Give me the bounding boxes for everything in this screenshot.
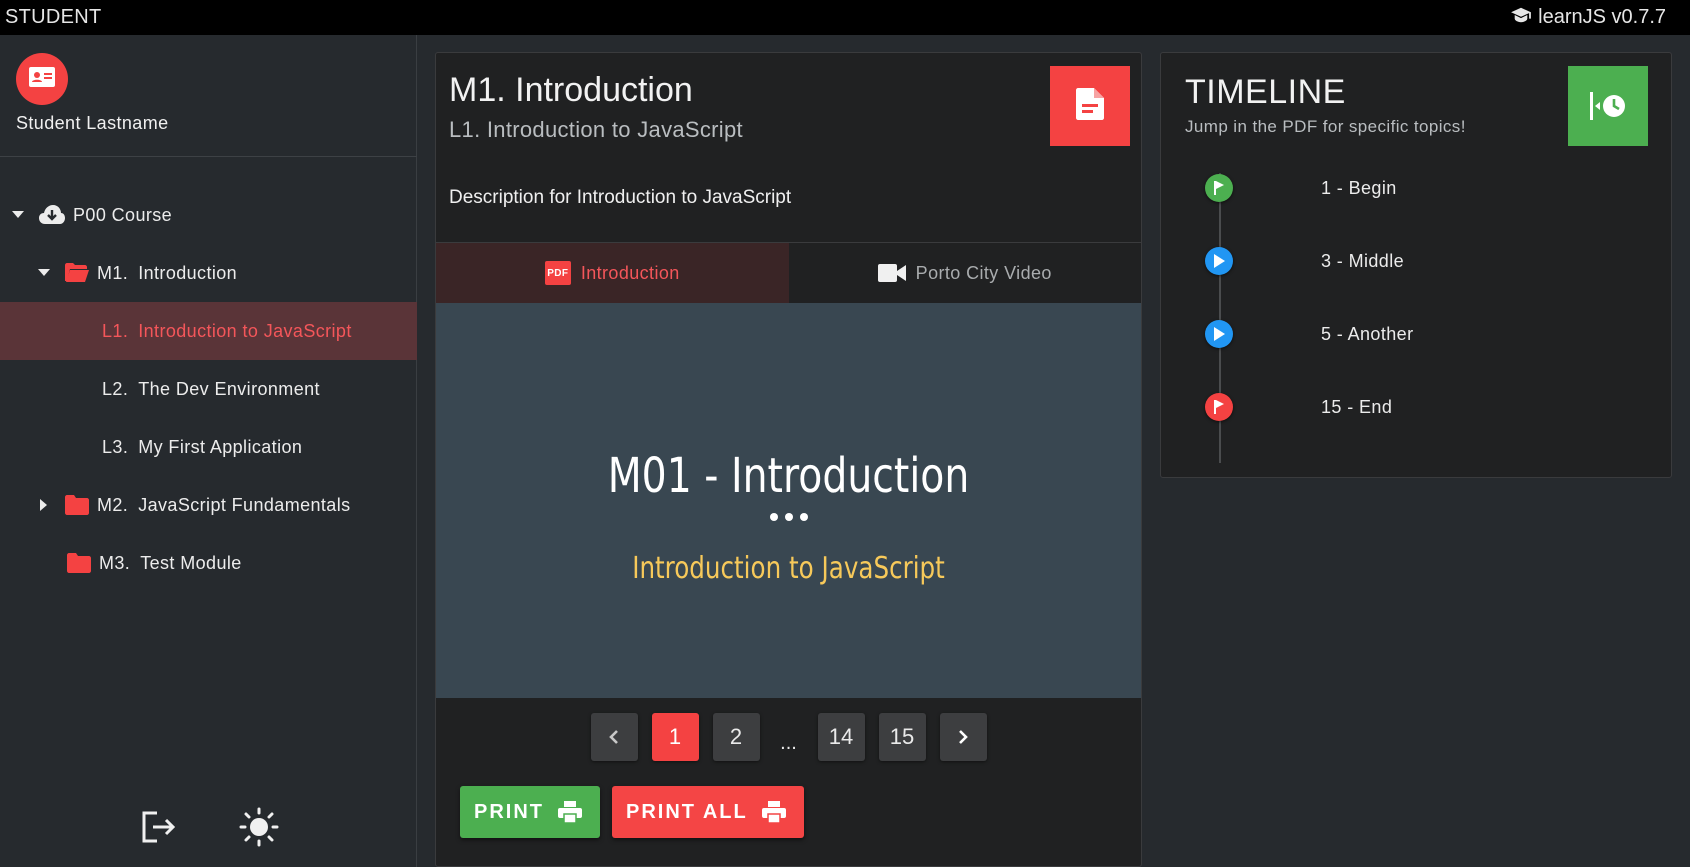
lesson-title: L1. Introduction to JavaScript — [449, 117, 743, 142]
print-label: PRINT — [474, 800, 544, 823]
divider — [0, 156, 417, 157]
module-number: M3. — [99, 552, 131, 573]
tree-item-course[interactable]: P00 Course — [0, 186, 417, 244]
timeline-item[interactable]: 1 - Begin — [1205, 173, 1396, 203]
tree-item-lesson-1[interactable]: L1. Introduction to JavaScript — [0, 302, 417, 360]
tree-item-label: The Dev Environment — [138, 378, 320, 399]
flag-icon — [1205, 174, 1233, 202]
tree-item-label: Introduction — [138, 262, 238, 283]
printer-icon — [761, 801, 786, 823]
slide-dots — [436, 513, 1141, 521]
chevron-left-icon — [609, 729, 619, 745]
timeline-card: TIMELINE Jump in the PDF for specific to… — [1160, 52, 1672, 478]
id-card-icon — [29, 66, 55, 92]
tab-label: Porto City Video — [915, 262, 1052, 283]
tree-item-module-2[interactable]: M2. JavaScript Fundamentals — [0, 476, 417, 534]
flag-icon — [1205, 393, 1233, 421]
tree-item-module-3[interactable]: M3. Test Module — [0, 534, 417, 592]
chevron-right-icon — [958, 729, 968, 745]
pdf-pagination: 1 2 ... 14 15 — [436, 712, 1141, 762]
page-button[interactable]: 14 — [817, 713, 865, 761]
lesson-number: L2. — [102, 378, 129, 399]
tree-item-label: Introduction to JavaScript — [138, 320, 352, 341]
content-tabs: PDF Introduction Porto City Video — [436, 243, 1141, 303]
module-title: M1. Introduction — [449, 71, 693, 109]
timeline-item-label: 1 - Begin — [1321, 177, 1397, 198]
tab-introduction[interactable]: PDF Introduction — [436, 243, 789, 303]
history-icon — [1590, 90, 1626, 122]
prev-page-button[interactable] — [590, 713, 638, 761]
tree-item-label: Test Module — [140, 552, 242, 573]
lesson-card: M1. Introduction L1. Introduction to Jav… — [435, 52, 1142, 867]
pdf-viewer[interactable]: M01 - Introduction Introduction to JavaS… — [436, 303, 1141, 698]
slide-subtitle: Introduction to JavaScript — [632, 551, 945, 586]
brand[interactable]: learnJS v0.7.7 — [1510, 6, 1666, 30]
lesson-number: L1. — [102, 320, 129, 341]
timeline-item[interactable]: 15 - End — [1205, 392, 1392, 422]
page-button[interactable]: 15 — [878, 713, 926, 761]
timeline-item[interactable]: 3 - Middle — [1205, 246, 1404, 276]
timeline-item[interactable]: 5 - Another — [1205, 319, 1413, 349]
tab-label: Introduction — [580, 262, 680, 283]
page-ellipsis: ... — [780, 731, 797, 754]
pdf-icon: PDF — [544, 261, 571, 285]
play-icon — [1205, 320, 1233, 348]
print-all-label: PRINT ALL — [626, 800, 748, 823]
caret-down-icon[interactable] — [37, 269, 51, 277]
print-button[interactable]: PRINT — [460, 786, 600, 838]
graduation-cap-icon — [1510, 6, 1532, 30]
print-actions: PRINT PRINT ALL — [460, 786, 804, 838]
tree-item-module-1[interactable]: M1. Introduction — [0, 244, 417, 302]
lesson-description: Description for Introduction to JavaScri… — [449, 187, 792, 208]
print-all-button[interactable]: PRINT ALL — [612, 786, 804, 838]
cloud-download-icon — [39, 205, 65, 225]
app-name: learnJS v0.7.7 — [1538, 6, 1666, 28]
sun-icon[interactable] — [239, 807, 279, 847]
timeline-title: TIMELINE — [1185, 73, 1346, 111]
sidebar-actions — [0, 807, 417, 847]
folder-open-icon — [65, 263, 89, 283]
document-icon — [1076, 87, 1104, 125]
timeline-subtitle: Jump in the PDF for specific topics! — [1185, 117, 1466, 136]
video-camera-icon — [877, 264, 906, 282]
next-page-button[interactable] — [939, 713, 987, 761]
student-name: Student Lastname — [16, 113, 169, 133]
timeline-icon-box — [1568, 66, 1648, 146]
lesson-icon-box — [1050, 66, 1130, 146]
timeline-item-label: 5 - Another — [1321, 323, 1414, 344]
caret-right-icon[interactable] — [37, 499, 51, 511]
tree-item-label: P00 Course — [73, 204, 173, 225]
timeline-item-label: 3 - Middle — [1321, 250, 1405, 271]
caret-down-icon[interactable] — [11, 211, 25, 219]
slide-title: M01 - Introduction — [607, 448, 970, 504]
tree-item-lesson-3[interactable]: L3. My First Application — [0, 418, 417, 476]
tab-porto-city-video[interactable]: Porto City Video — [789, 243, 1142, 303]
tree-item-label: My First Application — [138, 436, 303, 457]
timeline-item-label: 15 - End — [1321, 396, 1393, 417]
tree-item-lesson-2[interactable]: L2. The Dev Environment — [0, 360, 417, 418]
play-icon — [1205, 247, 1233, 275]
role-label: STUDENT — [5, 6, 102, 28]
folder-icon — [67, 553, 91, 573]
avatar[interactable] — [16, 53, 68, 105]
printer-icon — [558, 801, 582, 823]
logout-icon[interactable] — [139, 807, 179, 847]
module-number: M2. — [97, 494, 129, 515]
module-number: M1. — [97, 262, 129, 283]
tree-item-label: JavaScript Fundamentals — [138, 494, 351, 515]
top-app-bar: STUDENT learnJS v0.7.7 — [0, 0, 1690, 35]
folder-icon — [65, 495, 89, 515]
page-button[interactable]: 1 — [651, 713, 699, 761]
lesson-number: L3. — [102, 436, 129, 457]
sidebar: Student Lastname P00 Course M1. Introduc… — [0, 35, 417, 867]
page-button[interactable]: 2 — [712, 713, 760, 761]
